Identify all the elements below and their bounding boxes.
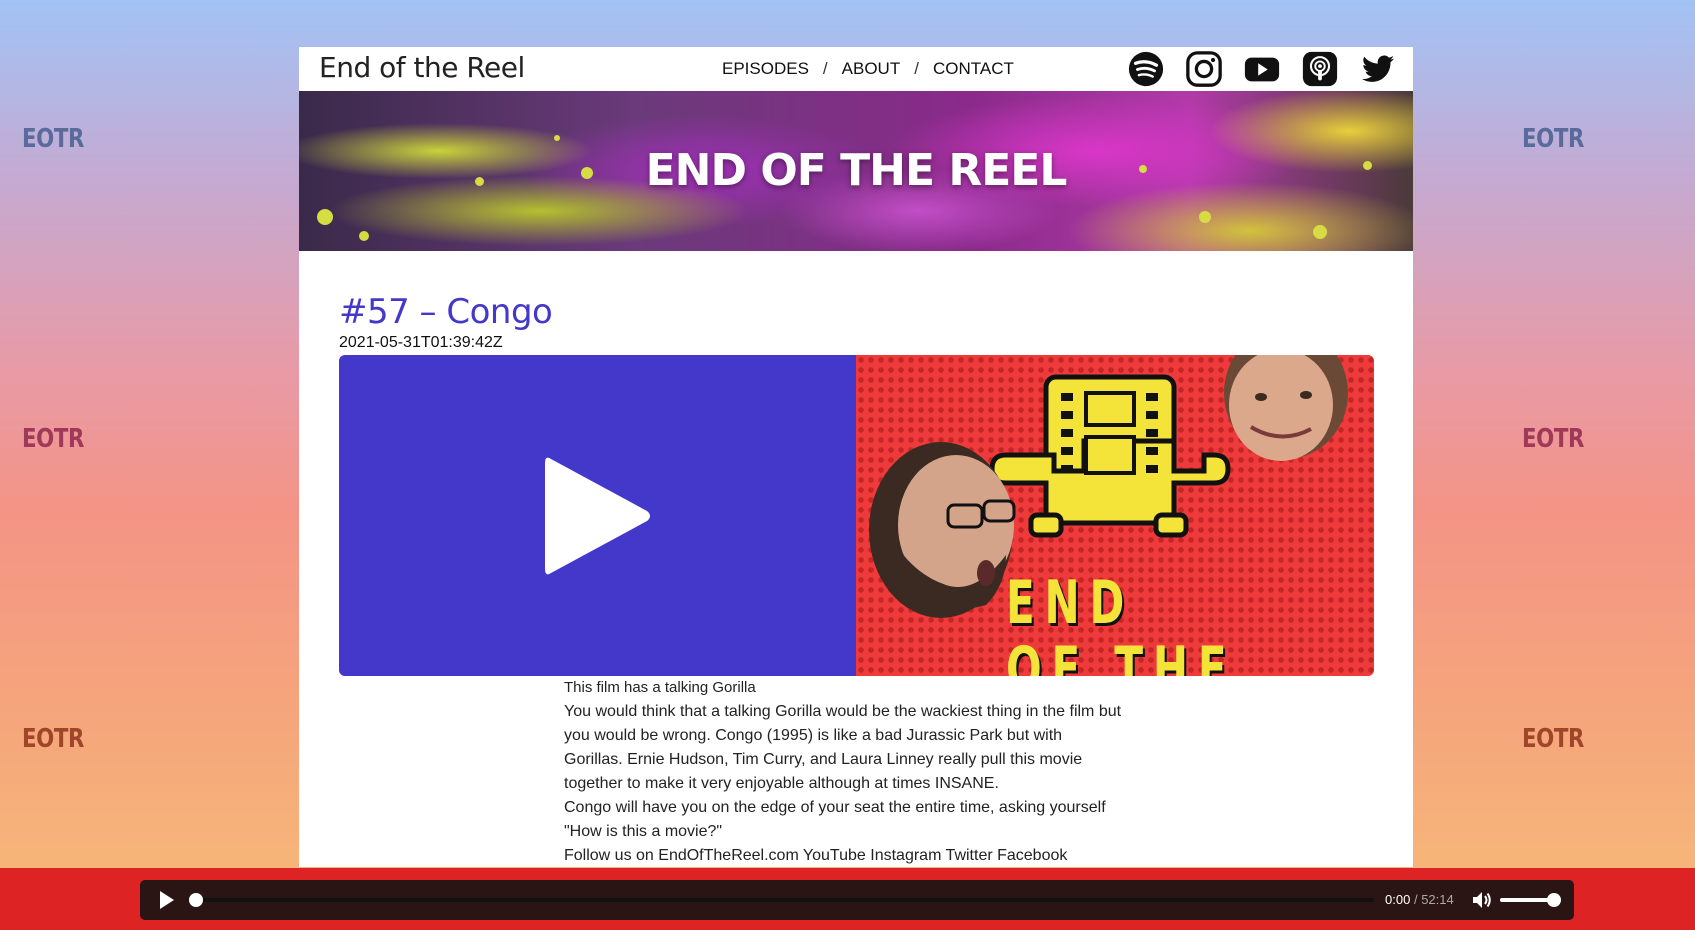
description-paragraph: Congo will have you on the edge of your … [564,799,1106,840]
cover-title-text: END OF THE [1006,570,1236,676]
youtube-icon[interactable] [1243,50,1281,88]
description-paragraph: You would think that a talking Gorilla w… [564,703,1122,792]
volume-icon[interactable] [1472,891,1492,913]
side-logo-right-2: EOTR [1522,424,1585,454]
play-icon [160,891,174,909]
nav-separator: / [822,59,828,78]
social-links [1127,50,1397,88]
episode-description: This film has a talking Gorilla You woul… [564,679,1124,868]
side-logo-left-3: EOTR [22,724,85,754]
main-nav: EPISODES / ABOUT / CONTACT [722,59,1014,79]
side-logo-right-1: EOTR [1522,124,1585,154]
side-logo-right-3: EOTR [1522,724,1585,754]
seek-bar[interactable] [194,898,1374,902]
episode-cover-art: END OF THE [856,355,1374,676]
instagram-icon[interactable] [1185,50,1223,88]
description-lead: This film has a talking Gorilla [564,679,756,696]
side-logo-left-2: EOTR [22,424,85,454]
seek-handle[interactable] [189,893,203,907]
nav-separator: / [914,59,919,78]
time-separator: / [1413,892,1418,907]
hero-banner: END OF THE REEL [299,91,1413,251]
cover-title-line: OF THE [1006,634,1237,676]
large-play-button[interactable] [339,355,856,676]
twitter-icon[interactable] [1359,50,1397,88]
audio-player: 0:00 / 52:14 [140,880,1574,920]
time-display: 0:00 / 52:14 [1385,892,1454,907]
play-pause-button[interactable] [158,890,176,914]
hero-title: END OF THE REEL [645,145,1068,196]
cover-title-line: END [1006,568,1135,638]
episode-title[interactable]: #57 – Congo [339,292,553,332]
nav-contact[interactable]: CONTACT [933,59,1014,79]
site-title-link[interactable]: End of the Reel [319,51,525,84]
nav-episodes[interactable]: EPISODES [722,59,809,79]
description-paragraph: Follow us on EndOfTheReel.com YouTube In… [564,847,1068,864]
play-icon [545,457,650,575]
audio-player-bar: 0:00 / 52:14 [0,868,1695,930]
page-container: End of the Reel EPISODES / ABOUT / CONTA… [299,47,1413,867]
episode-date: 2021-05-31T01:39:42Z [339,334,503,351]
top-navbar: End of the Reel EPISODES / ABOUT / CONTA… [299,47,1413,91]
episode-media: END OF THE [339,355,1374,676]
volume-handle[interactable] [1547,893,1561,907]
apple-podcasts-icon[interactable] [1301,50,1339,88]
duration: 52:14 [1421,892,1454,907]
side-logo-left-1: EOTR [22,124,85,154]
nav-about[interactable]: ABOUT [842,59,901,79]
spotify-icon[interactable] [1127,50,1165,88]
current-time: 0:00 [1385,892,1411,907]
